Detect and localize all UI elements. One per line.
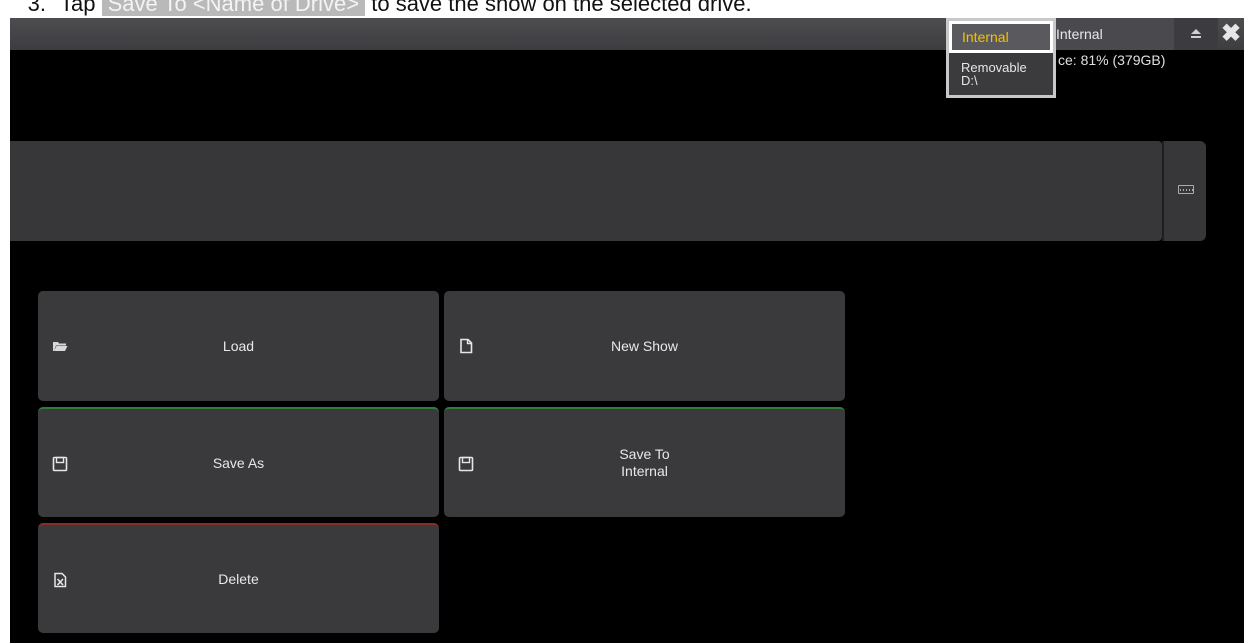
new-show-button[interactable]: New Show <box>444 291 845 401</box>
instruction-text-after: to save the show on the selected drive. <box>371 0 752 16</box>
drive-option-internal[interactable]: Internal <box>949 21 1053 53</box>
new-show-label: New Show <box>611 337 678 354</box>
save-to-label-line2: Internal <box>621 463 668 479</box>
save-as-label: Save As <box>212 454 265 471</box>
save-to-internal-button[interactable]: Save To Internal <box>444 407 845 517</box>
eject-button[interactable] <box>1174 18 1218 50</box>
load-label: Load <box>222 337 255 354</box>
show-manager-window: Internal ✖ ce: 81% (379GB) Internal Remo… <box>10 18 1244 643</box>
instruction-text-before: Tap <box>60 0 96 16</box>
drive-option-removable-path: D:\ <box>961 73 978 88</box>
step-number: 3. <box>27 0 46 16</box>
eject-icon <box>1191 28 1201 38</box>
drive-option-removable[interactable]: Removable D:\ <box>949 55 1053 95</box>
show-name-input[interactable] <box>10 141 1162 241</box>
load-button[interactable]: Load <box>38 291 439 401</box>
delete-button[interactable]: Delete <box>38 523 439 633</box>
keyboard-button[interactable] <box>1162 141 1206 241</box>
close-icon: ✖ <box>1220 20 1242 47</box>
save-to-label: Save To Internal <box>444 409 845 517</box>
keyboard-icon <box>1178 185 1194 194</box>
drive-dropdown-popup: Internal Removable D:\ <box>946 18 1056 98</box>
instruction-highlight: Save To <Name of Drive> <box>101 0 366 16</box>
save-to-label-line1: Save To <box>619 446 670 462</box>
free-space-info: ce: 81% (379GB) <box>1058 52 1166 68</box>
instruction-line: 3. Tap Save To <Name of Drive> to save th… <box>0 0 1244 18</box>
delete-label: Delete <box>218 570 259 587</box>
drive-selector[interactable]: Internal <box>1040 18 1174 50</box>
close-button[interactable]: ✖ <box>1218 18 1244 50</box>
save-as-button[interactable]: Save As <box>38 407 439 517</box>
